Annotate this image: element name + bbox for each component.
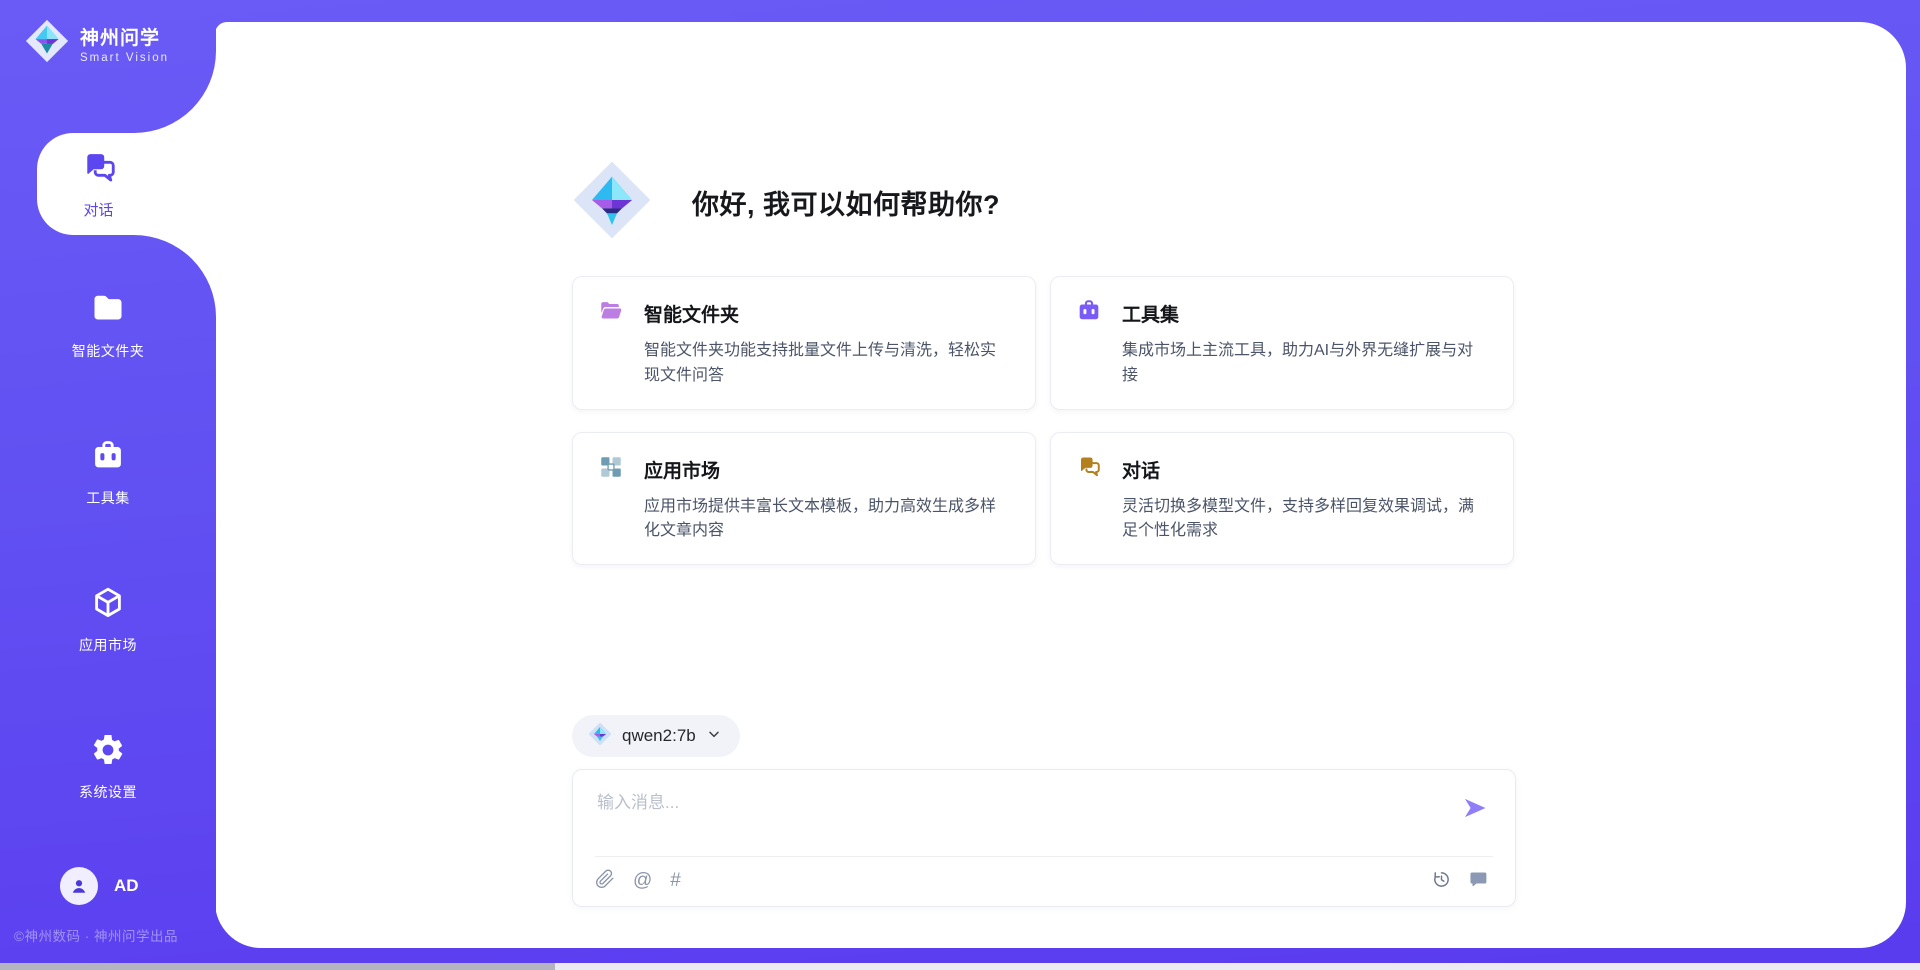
sidebar: 智能文件夹 工具集 应用市场 系统设置 [0, 235, 216, 970]
sidebar-item-settings[interactable]: 系统设置 [8, 732, 208, 802]
toolbox-icon [90, 438, 126, 479]
app-subtitle: Smart Vision [80, 52, 169, 64]
diamond-logo-icon [572, 160, 652, 245]
card-description: 灵活切换多模型文件，支持多样回复效果调试，满足个性化需求 [1122, 495, 1489, 545]
diamond-logo-icon [24, 18, 70, 69]
card-chat[interactable]: 对话 灵活切换多模型文件，支持多样回复效果调试，满足个性化需求 [1050, 432, 1514, 566]
sidebar-item-chat[interactable]: 对话 [37, 133, 216, 235]
sidebar-item-label: 系统设置 [79, 782, 137, 802]
cube-icon [90, 585, 126, 626]
history-button[interactable] [1431, 869, 1452, 893]
sidebar-item-label: 工具集 [86, 488, 130, 508]
chevron-down-icon [706, 726, 722, 747]
sidebar-item-apps[interactable]: 应用市场 [8, 585, 208, 655]
gear-icon [90, 732, 126, 773]
app-logo: 神州问学 Smart Vision [24, 18, 169, 69]
card-title: 应用市场 [644, 456, 720, 483]
send-icon [1461, 810, 1489, 825]
sidebar-item-folders[interactable]: 智能文件夹 [8, 291, 208, 361]
send-button[interactable] [1461, 794, 1489, 822]
user-initials: AD [114, 876, 139, 896]
sidebar-item-label: 智能文件夹 [72, 341, 145, 361]
card-app-market[interactable]: 应用市场 应用市场提供丰富长文本模板，助力高效生成多样化文章内容 [572, 432, 1036, 566]
diamond-logo-icon [588, 722, 612, 751]
card-toolset[interactable]: 工具集 集成市场上主流工具，助力AI与外界无缝扩展与对接 [1050, 276, 1514, 410]
avatar [60, 867, 98, 905]
folder-icon [90, 291, 126, 332]
card-description: 集成市场上主流工具，助力AI与外界无缝扩展与对接 [1122, 339, 1489, 389]
paperclip-icon [595, 869, 615, 892]
app-title: 神州问学 [80, 23, 169, 50]
card-description: 智能文件夹功能支持批量文件上传与清洗，轻松实现文件问答 [644, 339, 1011, 389]
card-title: 智能文件夹 [644, 300, 739, 327]
model-selector[interactable]: qwen2:7b [572, 715, 740, 757]
scrollbar-thumb[interactable] [0, 963, 555, 970]
folder-open-icon [598, 298, 624, 329]
at-icon: @ [633, 870, 652, 891]
card-smart-folder[interactable]: 智能文件夹 智能文件夹功能支持批量文件上传与清洗，轻松实现文件问答 [572, 276, 1036, 410]
message-composer: @ # [572, 769, 1516, 907]
card-title: 工具集 [1122, 300, 1179, 327]
sidebar-footer: ©神州数码 · 神州问学出品 [14, 925, 178, 945]
mention-button[interactable]: @ [633, 870, 652, 892]
greeting-title: 你好, 我可以如何帮助你? [692, 183, 1000, 222]
sidebar-item-label: 对话 [83, 199, 113, 220]
horizontal-scrollbar[interactable] [0, 963, 1920, 970]
composer-divider [595, 856, 1493, 857]
greeting: 你好, 我可以如何帮助你? [572, 160, 1000, 245]
user-profile[interactable]: AD [60, 867, 139, 905]
feature-cards: 智能文件夹 智能文件夹功能支持批量文件上传与清洗，轻松实现文件问答 工具集 集成… [572, 276, 1514, 565]
message-input[interactable] [595, 786, 1449, 850]
model-name: qwen2:7b [622, 726, 696, 746]
sidebar-item-tools[interactable]: 工具集 [8, 438, 208, 508]
chat-bubbles-icon [1076, 454, 1102, 485]
history-icon [1431, 869, 1452, 893]
card-title: 对话 [1122, 456, 1160, 483]
main-content: 你好, 我可以如何帮助你? 智能文件夹 智能文件夹功能支持批量文件上传与清洗，轻… [215, 22, 1906, 948]
toolbox-icon [1076, 298, 1102, 329]
logo-block: 神州问学 Smart Vision [0, 0, 216, 133]
chat-bubbles-icon [80, 149, 118, 192]
hashtag-icon: # [670, 870, 681, 891]
card-description: 应用市场提供丰富长文本模板，助力高效生成多样化文章内容 [644, 495, 1011, 545]
attachment-button[interactable] [595, 869, 615, 892]
hashtag-button[interactable]: # [670, 870, 681, 892]
chat-square-icon [1468, 869, 1489, 893]
sidebar-item-label: 应用市场 [79, 635, 137, 655]
conversations-button[interactable] [1468, 869, 1489, 893]
grid-icon [598, 454, 624, 485]
